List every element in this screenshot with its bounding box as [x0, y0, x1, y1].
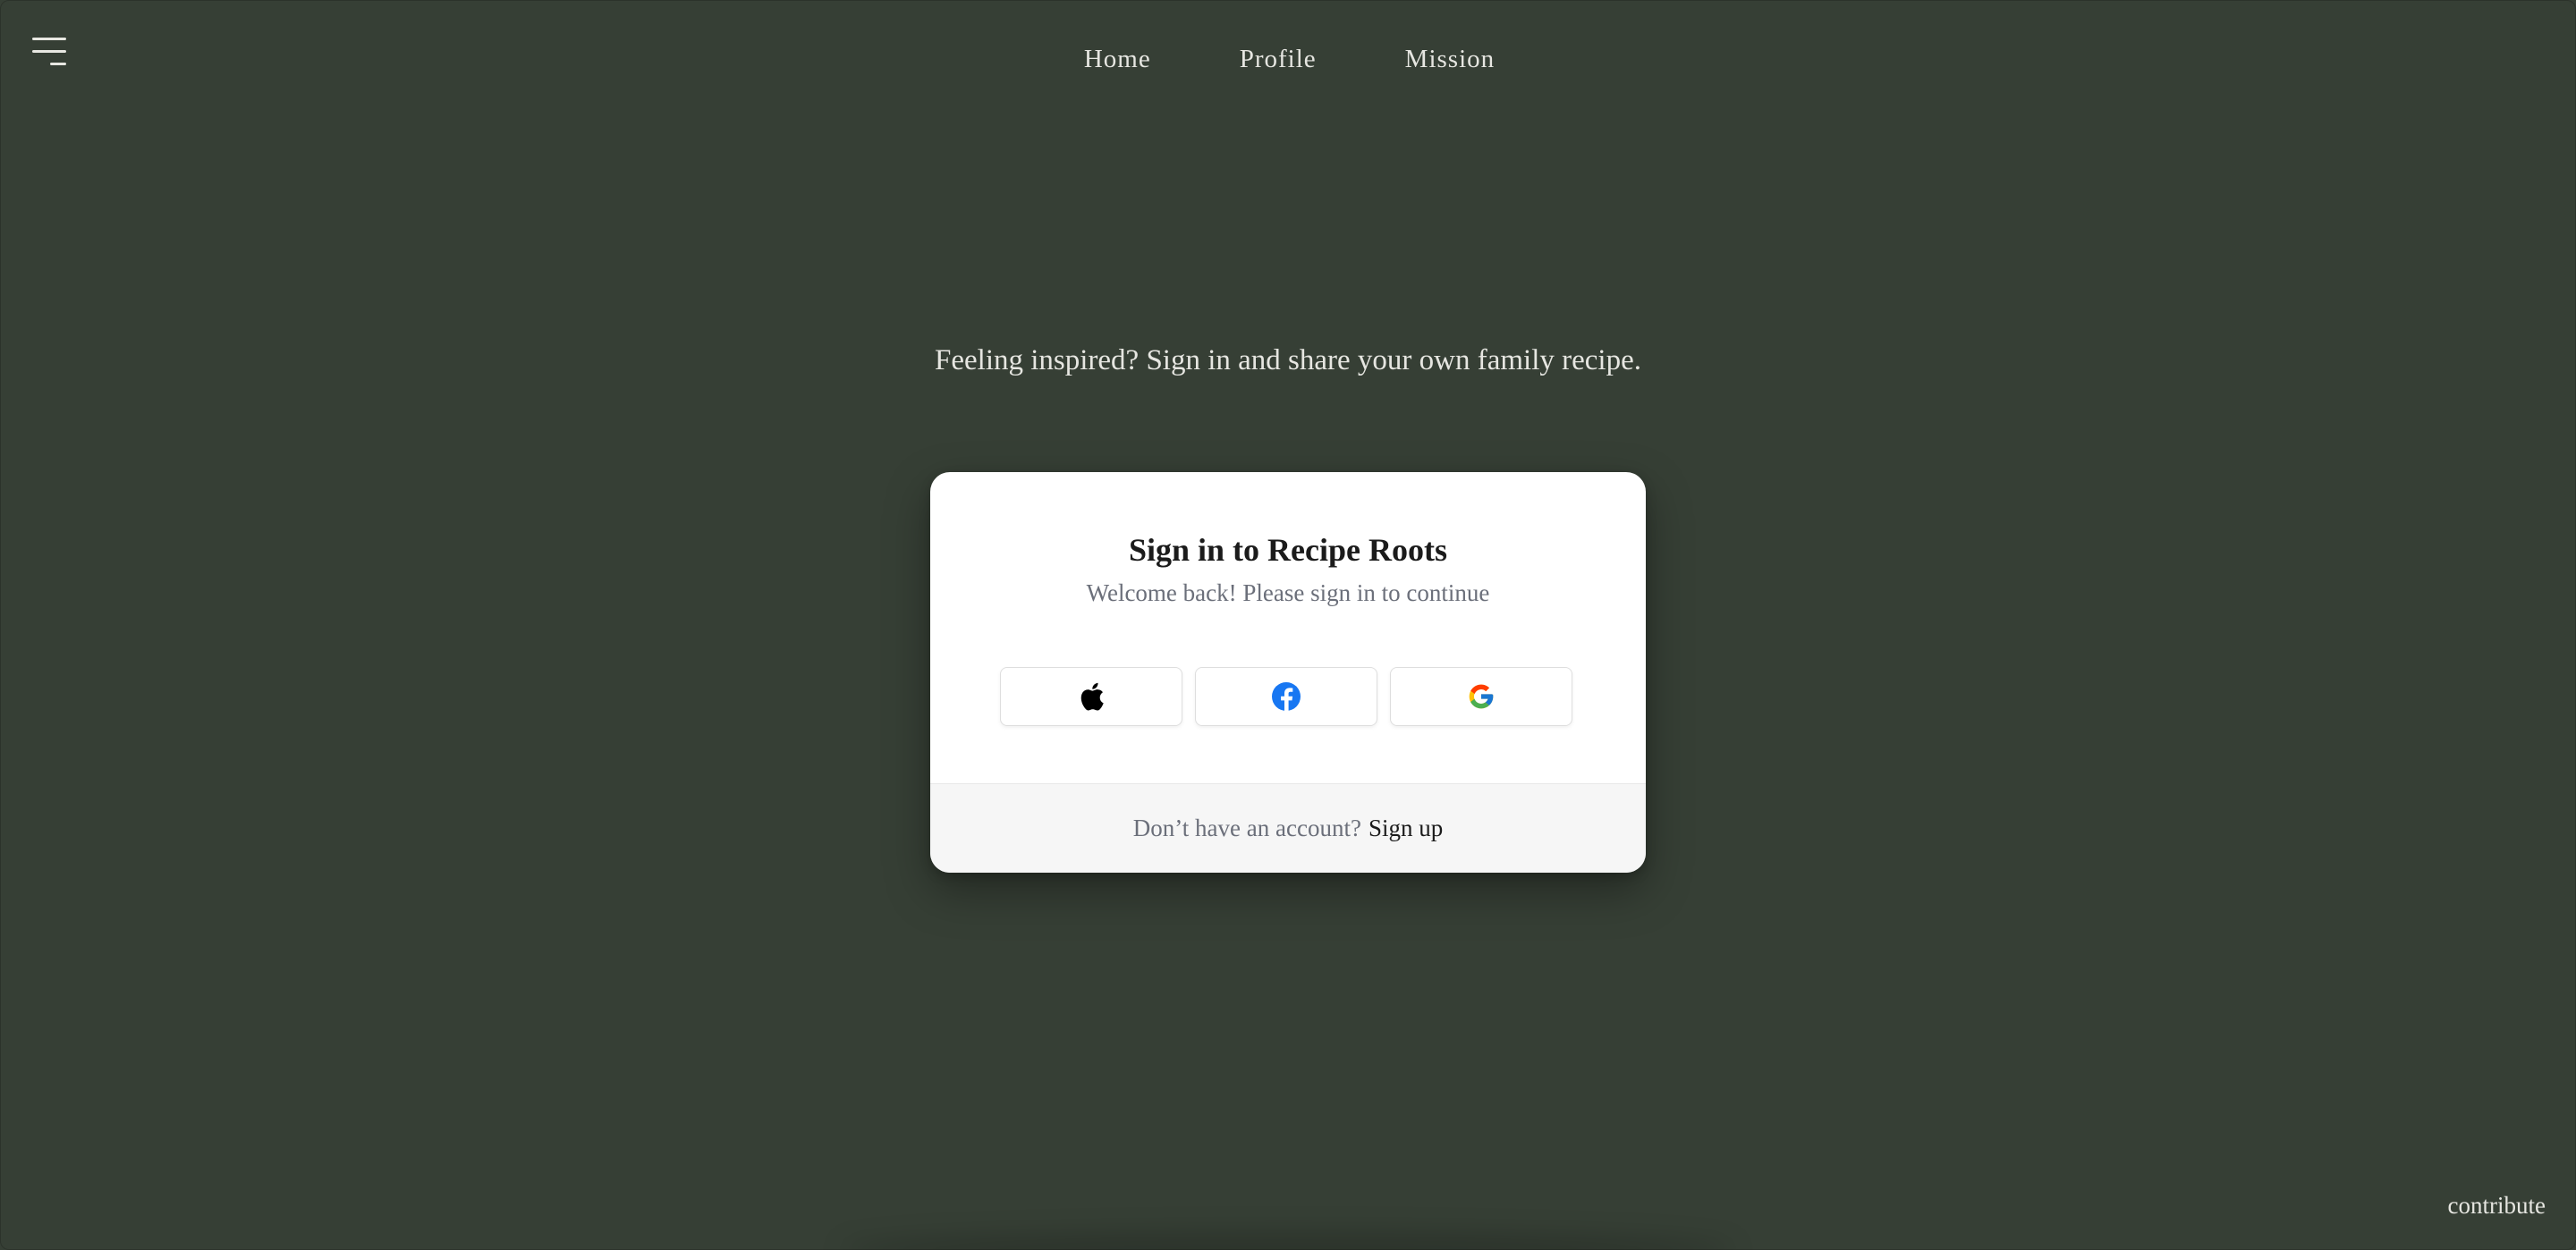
nav-link-mission[interactable]: Mission — [1405, 45, 1495, 74]
top-nav: Home Profile Mission — [0, 45, 2576, 74]
signin-footer: Don’t have an account? Sign up — [930, 783, 1646, 873]
apple-icon — [1080, 682, 1104, 711]
nav-link-home[interactable]: Home — [1084, 45, 1151, 74]
facebook-icon — [1272, 682, 1301, 711]
facebook-signin-button[interactable] — [1195, 667, 1377, 726]
social-providers — [1000, 667, 1572, 726]
signin-subtitle: Welcome back! Please sign in to continue — [1086, 579, 1490, 606]
google-signin-button[interactable] — [1390, 667, 1572, 726]
apple-signin-button[interactable] — [1000, 667, 1182, 726]
signup-link[interactable]: Sign up — [1368, 815, 1443, 842]
contribute-link[interactable]: contribute — [2448, 1192, 2546, 1220]
menu-line — [32, 38, 66, 40]
signin-card: Sign in to Recipe Roots Welcome back! Pl… — [930, 472, 1646, 873]
signup-prompt: Don’t have an account? — [1132, 815, 1361, 841]
signin-title: Sign in to Recipe Roots — [1128, 532, 1447, 568]
nav-link-profile[interactable]: Profile — [1240, 45, 1317, 74]
tagline: Feeling inspired? Sign in and share your… — [935, 344, 1641, 376]
google-icon — [1469, 684, 1494, 709]
